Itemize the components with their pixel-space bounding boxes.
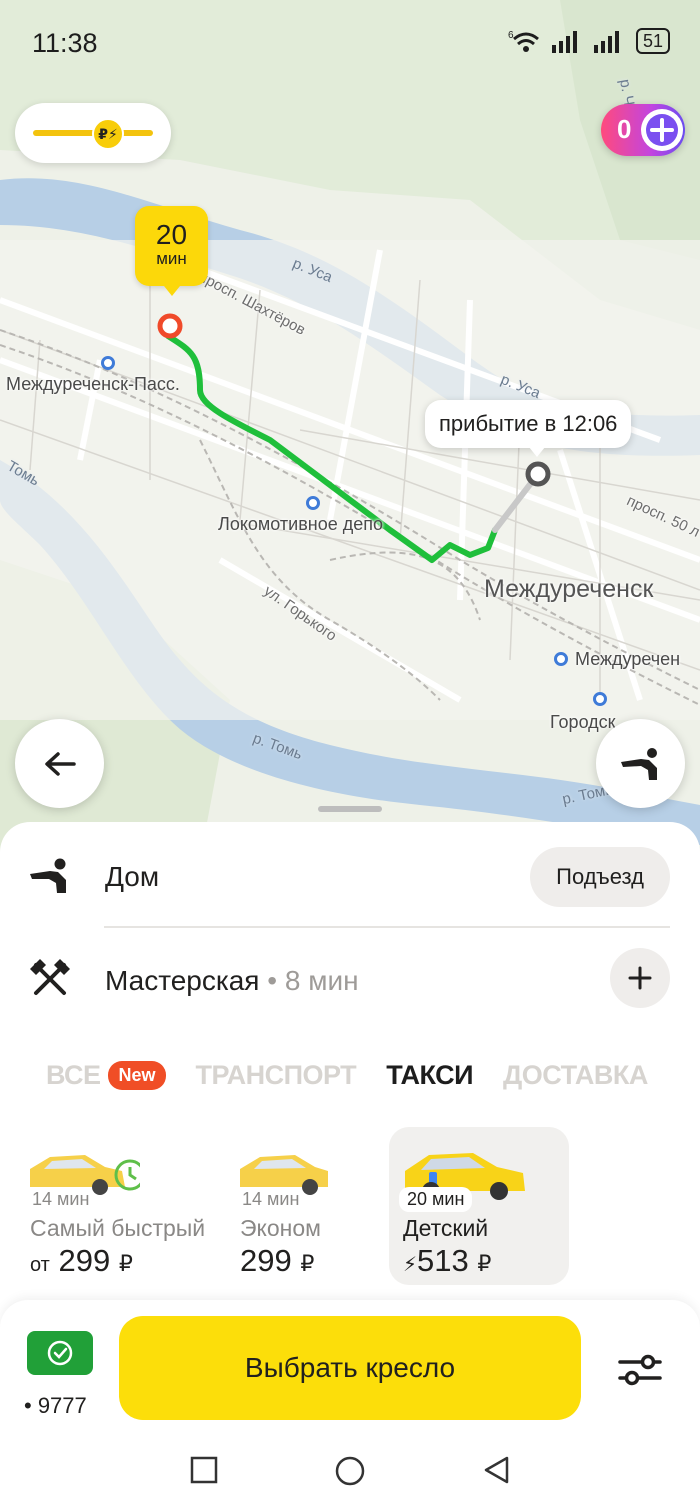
destination-duration: 8 мин bbox=[284, 965, 359, 996]
station-pin-icon[interactable] bbox=[593, 692, 607, 706]
plus-points-count: 0 bbox=[617, 114, 632, 144]
station-label-gorodskoy: Городск bbox=[550, 712, 616, 732]
arrow-left-icon bbox=[44, 751, 76, 776]
tariff-card-fastest[interactable]: 14 мин Самый быстрый от 299 ₽ bbox=[30, 1127, 210, 1285]
tariff-price: 299 ₽ bbox=[240, 1243, 314, 1279]
signal-icon bbox=[551, 31, 577, 53]
card-last-digits[interactable]: • 9777 bbox=[24, 1393, 87, 1419]
pickup-point-button[interactable] bbox=[596, 719, 685, 808]
tab-all[interactable]: ВСЕ New bbox=[46, 1060, 166, 1091]
origin-pin-icon[interactable] bbox=[156, 312, 184, 340]
lightning-icon: ⚡ bbox=[403, 1254, 418, 1276]
tariff-name: Эконом bbox=[240, 1215, 321, 1241]
sheet-grabber[interactable] bbox=[318, 806, 382, 812]
tab-delivery[interactable]: ДОСТАВКА bbox=[503, 1060, 648, 1091]
origin-row[interactable]: Дом Подъезд bbox=[0, 825, 700, 925]
crossed-hammers-icon bbox=[30, 959, 70, 995]
plus-icon bbox=[628, 966, 652, 990]
home-circle-icon[interactable] bbox=[335, 1456, 365, 1486]
entrance-button[interactable]: Подъезд bbox=[530, 847, 670, 907]
price-currency: ₽ bbox=[118, 1251, 133, 1276]
battery-indicator: 51 bbox=[635, 28, 670, 54]
new-badge: New bbox=[108, 1061, 166, 1090]
destination-row[interactable]: Мастерская • 8 мин bbox=[0, 929, 700, 1029]
station-label-depot: Локомотивное депо bbox=[218, 514, 383, 534]
status-icons: 6 51 bbox=[508, 28, 670, 54]
payment-method-button[interactable] bbox=[27, 1331, 93, 1375]
add-stop-button[interactable] bbox=[610, 948, 670, 1008]
back-button[interactable] bbox=[15, 719, 104, 808]
select-seat-button[interactable]: Выбрать кресло bbox=[119, 1316, 581, 1420]
tariff-name: Самый быстрый bbox=[30, 1215, 206, 1241]
plus-points-badge[interactable]: 0 bbox=[601, 104, 685, 156]
tariff-card-child[interactable]: 20 мин Детский ⚡513 ₽ bbox=[389, 1127, 569, 1285]
tab-all-label: ВСЕ bbox=[46, 1060, 101, 1090]
plus-icon bbox=[641, 109, 683, 151]
status-bar: 11:38 6 51 bbox=[0, 0, 700, 84]
wifi-icon: 6 bbox=[508, 30, 539, 52]
surge-toggle[interactable]: ₽⚡ bbox=[15, 103, 171, 163]
price-currency: ₽ bbox=[300, 1251, 315, 1276]
price-currency: ₽ bbox=[477, 1251, 492, 1276]
arrival-time-bubble[interactable]: прибытие в 12:06 bbox=[425, 400, 632, 457]
sber-check-icon bbox=[47, 1340, 73, 1366]
price-value: 299 bbox=[58, 1243, 111, 1278]
status-time: 11:38 bbox=[32, 28, 98, 58]
station-label-mezhdurechensk-pass: Междуреченск-Пасс. bbox=[6, 374, 180, 394]
divider bbox=[104, 926, 670, 928]
tariff-time: 14 мин bbox=[240, 1187, 306, 1212]
city-label: Междуреченск bbox=[484, 575, 654, 603]
tariff-price: от 299 ₽ bbox=[30, 1243, 133, 1279]
eta-unit: мин bbox=[156, 249, 187, 268]
station-pin-icon[interactable] bbox=[101, 356, 115, 370]
tariff-time: 20 мин bbox=[399, 1187, 473, 1212]
tariff-time: 14 мин bbox=[30, 1187, 96, 1212]
price-value: 299 bbox=[240, 1243, 292, 1278]
station-pin-icon[interactable] bbox=[306, 496, 320, 510]
category-tabs: ВСЕ New ТРАНСПОРТ ТАКСИ ДОСТАВКА bbox=[46, 1060, 648, 1091]
recents-square-icon[interactable] bbox=[190, 1456, 218, 1484]
origin-title: Дом bbox=[105, 861, 160, 892]
tab-transport[interactable]: ТРАНСПОРТ bbox=[196, 1060, 357, 1091]
eta-bubble[interactable]: 20 мин bbox=[135, 206, 208, 296]
filters-icon[interactable] bbox=[614, 1348, 666, 1392]
eta-value: 20 bbox=[155, 219, 188, 250]
person-waving-icon bbox=[30, 858, 66, 893]
price-prefix: от bbox=[30, 1254, 50, 1276]
destination-pin-icon[interactable] bbox=[524, 460, 552, 488]
station-pin-icon[interactable] bbox=[554, 652, 568, 666]
price-value: 513 bbox=[417, 1243, 469, 1278]
person-waving-icon bbox=[620, 747, 657, 780]
destination-title: Мастерская • 8 мин bbox=[105, 965, 359, 997]
station-label-mezhdurechensk: Междуречен bbox=[575, 649, 681, 669]
destination-name: Мастерская bbox=[105, 965, 260, 996]
system-nav-bar bbox=[0, 1436, 700, 1506]
signal-icon-2 bbox=[593, 31, 619, 53]
surge-knob-icon[interactable]: ₽⚡ bbox=[92, 118, 124, 150]
back-triangle-icon[interactable] bbox=[482, 1455, 510, 1485]
destination-separator: • bbox=[259, 965, 285, 996]
tab-taxi[interactable]: ТАКСИ bbox=[386, 1060, 473, 1091]
tariff-price: ⚡513 ₽ bbox=[403, 1243, 491, 1279]
svg-text:6: 6 bbox=[508, 30, 514, 41]
tariff-name: Детский bbox=[403, 1215, 489, 1241]
